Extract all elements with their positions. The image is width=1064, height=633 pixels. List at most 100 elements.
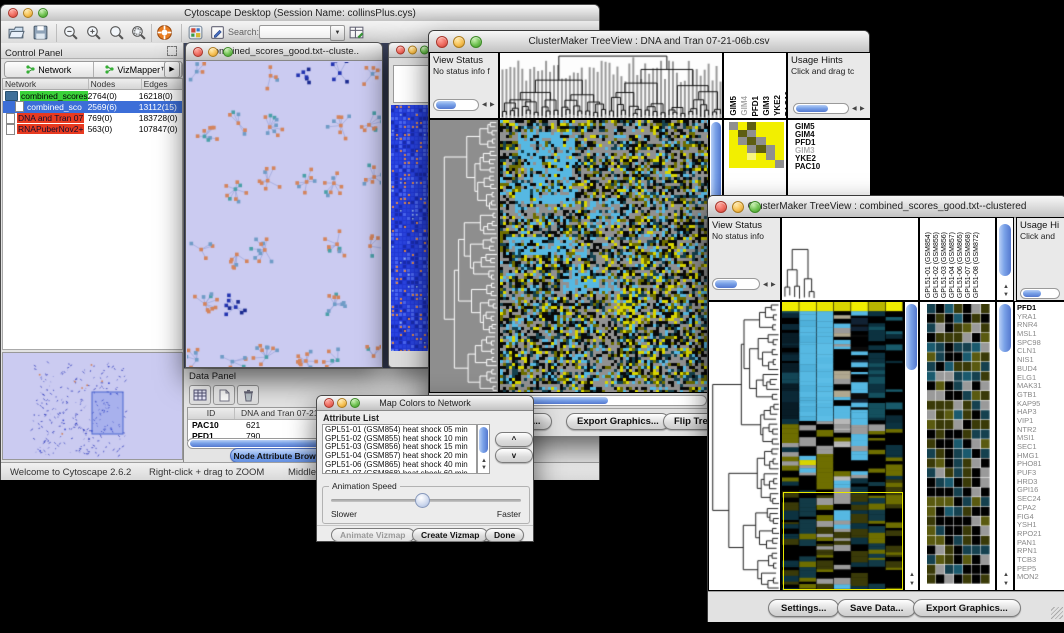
close-button[interactable] — [715, 201, 727, 213]
tv2-row-dendrogram[interactable] — [709, 302, 780, 590]
treeview1-titlebar[interactable]: ClusterMaker TreeView : DNA and Tran 07-… — [429, 31, 869, 53]
new-attribute-icon[interactable] — [213, 385, 235, 405]
scroll-up-arrow[interactable]: ▲ — [481, 458, 487, 464]
scroll-left-arrow[interactable]: ◀ — [482, 102, 487, 108]
zoom-button[interactable] — [350, 398, 360, 408]
dialog-action-button[interactable]: Animate Vizmap — [331, 528, 415, 542]
tv1-heatmap[interactable] — [500, 120, 708, 392]
zoom-selected-icon[interactable] — [108, 24, 125, 41]
zoom-fit-icon[interactable] — [130, 24, 147, 41]
tv2-detail-vscrollbar[interactable]: ▲ ▼ — [996, 301, 1014, 591]
tv1-column-dendrogram[interactable] — [500, 53, 722, 118]
scroll-thumb[interactable] — [1023, 290, 1041, 297]
network-canvas[interactable] — [187, 62, 381, 367]
attribute-list[interactable]: GPL51-01 (GSM854) heat shock 05 minGPL51… — [322, 424, 477, 474]
minimize-button[interactable] — [23, 8, 33, 18]
dialog-action-button[interactable]: Create Vizmap — [412, 528, 488, 542]
open-folder-icon[interactable] — [8, 24, 25, 41]
attribute-list-vscrollbar[interactable]: ▲ ▼ — [477, 424, 490, 474]
tv2-status-scrollbar[interactable] — [712, 278, 760, 290]
move-down-button[interactable]: v — [495, 448, 533, 463]
scroll-right-arrow[interactable]: ▶ — [490, 102, 495, 108]
dialog-action-button[interactable]: Done — [485, 528, 524, 542]
tv1-action-button[interactable]: Export Graphics... — [566, 413, 670, 430]
network-list-row[interactable]: combined_scores 2764(0) 16218(0) — [3, 90, 182, 101]
scroll-thumb[interactable] — [436, 101, 456, 109]
scroll-down-arrow[interactable]: ▼ — [1003, 292, 1009, 298]
close-button[interactable] — [396, 46, 405, 55]
scroll-thumb[interactable] — [796, 105, 828, 112]
close-button[interactable] — [193, 47, 203, 57]
scroll-up-arrow[interactable]: ▲ — [1003, 284, 1009, 290]
zoom-button[interactable] — [749, 201, 761, 213]
tv2-action-button[interactable]: Export Graphics... — [913, 599, 1021, 617]
control-panel-tab[interactable]: Network — [5, 62, 94, 77]
treeview2-titlebar[interactable]: ClusterMaker TreeView : combined_scores_… — [708, 196, 1064, 218]
tv1-hints-scrollbar[interactable] — [793, 103, 849, 114]
tv2-column-dendrogram[interactable] — [782, 218, 816, 300]
search-dropdown-button[interactable]: ▼ — [330, 25, 345, 41]
scroll-down-arrow[interactable]: ▼ — [481, 465, 487, 471]
tv2-action-button[interactable]: Settings... — [768, 599, 839, 617]
delete-attribute-icon[interactable] — [237, 385, 259, 405]
help-lifesaver-icon[interactable] — [156, 24, 173, 41]
table-browser-icon[interactable] — [189, 385, 211, 405]
minimize-button[interactable] — [208, 47, 218, 57]
network-list-row[interactable]: combined_sco 2569(6) 13112(15) — [3, 101, 182, 112]
attribute-browser-icon[interactable] — [348, 24, 365, 41]
search-input[interactable] — [259, 25, 333, 39]
scroll-thumb[interactable] — [906, 304, 917, 370]
scroll-up-arrow[interactable]: ▲ — [909, 572, 915, 578]
minimize-button[interactable] — [337, 398, 347, 408]
move-up-button[interactable]: ^ — [495, 432, 533, 447]
scroll-thumb[interactable] — [999, 224, 1011, 276]
tv2-heatmap[interactable] — [782, 302, 903, 590]
tv1-row-dendrogram[interactable] — [430, 120, 498, 392]
scroll-thumb[interactable] — [715, 280, 737, 288]
network-overview-canvas[interactable] — [3, 353, 182, 459]
scroll-thumb[interactable] — [711, 122, 721, 202]
close-button[interactable] — [436, 36, 448, 48]
dialog-titlebar[interactable]: Map Colors to Network — [317, 396, 533, 411]
close-button[interactable] — [8, 8, 18, 18]
annotation-icon[interactable] — [209, 24, 226, 41]
save-icon[interactable] — [32, 24, 49, 41]
tab-overflow-button[interactable]: ▶ — [164, 61, 180, 78]
resize-grip[interactable] — [1051, 607, 1063, 619]
tv1-detail-matrix[interactable] — [729, 122, 784, 168]
zoom-out-icon[interactable] — [62, 24, 79, 41]
minimize-button[interactable] — [408, 46, 417, 55]
network-view-titlebar[interactable]: combined_scores_good.txt--cluste... — [186, 43, 382, 61]
tv2-labels-vscrollbar[interactable]: ▲ ▼ — [996, 217, 1014, 301]
network-list-row[interactable]: RNAPuberNov2+ 563(0) 107847(0) — [3, 124, 182, 135]
slider-thumb[interactable] — [415, 493, 430, 508]
scroll-up-arrow[interactable]: ▲ — [1003, 572, 1009, 578]
minimize-button[interactable] — [453, 36, 465, 48]
tv2-action-button[interactable]: Save Data... — [837, 599, 916, 617]
zoom-button[interactable] — [223, 47, 233, 57]
float-panel-icon[interactable] — [167, 46, 177, 56]
scroll-down-arrow[interactable]: ▼ — [1003, 581, 1009, 587]
scroll-down-arrow[interactable]: ▼ — [909, 581, 915, 587]
minimize-button[interactable] — [732, 201, 744, 213]
scroll-thumb[interactable] — [999, 304, 1011, 352]
main-titlebar[interactable]: Cytoscape Desktop (Session Name: collins… — [1, 5, 599, 22]
scroll-thumb[interactable] — [479, 427, 488, 453]
vizmap-grid-icon[interactable] — [187, 24, 204, 41]
tv2-hints-scrollbar[interactable] — [1020, 288, 1060, 299]
zoom-button[interactable] — [38, 8, 48, 18]
scroll-left-arrow[interactable]: ◀ — [852, 106, 857, 112]
tv2-heatmap-vscrollbar[interactable]: ▲ ▼ — [904, 301, 919, 591]
node-attribute-browser-button[interactable]: Node Attribute Brows — [230, 448, 324, 463]
scroll-right-arrow[interactable]: ▶ — [860, 106, 865, 112]
scroll-left-arrow[interactable]: ◀ — [763, 282, 768, 288]
tv2-detail-heatmap[interactable] — [927, 304, 990, 584]
network-list-row[interactable]: DNA and Tran 07 769(0) 183728(0) — [3, 113, 182, 124]
close-button[interactable] — [324, 398, 334, 408]
tv1-status-scrollbar[interactable] — [433, 99, 479, 111]
scroll-right-arrow[interactable]: ▶ — [771, 282, 776, 288]
zoom-button[interactable] — [470, 36, 482, 48]
attribute-list-item[interactable]: GPL51-07 (GSM868) heat shock 60 min — [325, 470, 474, 474]
zoom-in-icon[interactable] — [85, 24, 102, 41]
network-overview-panel[interactable] — [2, 352, 183, 460]
